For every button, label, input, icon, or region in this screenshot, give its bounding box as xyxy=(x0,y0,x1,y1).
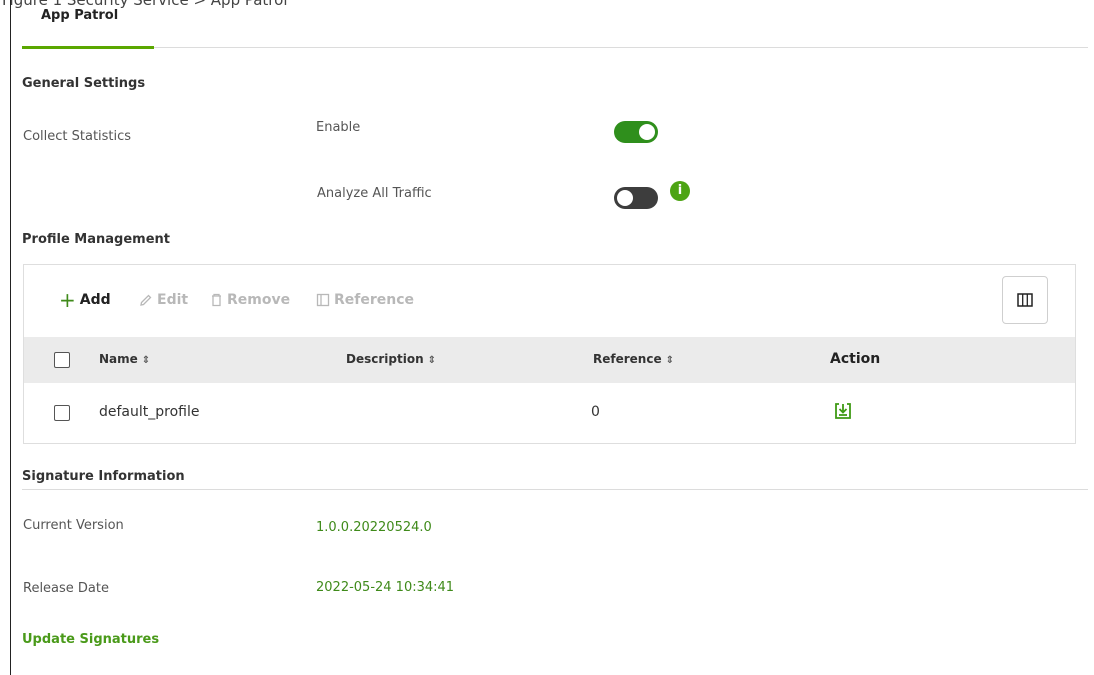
table-header: Name ⇕ Description ⇕ Reference ⇕ Action xyxy=(24,337,1075,383)
reference-label: Reference xyxy=(334,292,415,308)
signature-divider xyxy=(22,489,1088,490)
analyze-all-traffic-label: Analyze All Traffic xyxy=(317,186,432,201)
toggle-knob xyxy=(617,190,633,206)
update-signatures-link[interactable]: Update Signatures xyxy=(22,632,159,647)
sort-icon: ⇕ xyxy=(427,355,437,366)
enable-label: Enable xyxy=(316,120,361,135)
remove-label: Remove xyxy=(227,292,291,308)
download-button[interactable] xyxy=(834,402,852,424)
analyze-all-traffic-toggle[interactable] xyxy=(614,187,658,209)
profile-table-panel: + Add Edit Remove Reference Name ⇕ Descr… xyxy=(23,264,1076,444)
enable-toggle[interactable] xyxy=(614,121,658,143)
column-header-name-label: Name xyxy=(99,352,138,366)
column-header-description[interactable]: Description ⇕ xyxy=(346,352,436,366)
column-settings-button[interactable] xyxy=(1002,276,1048,324)
current-version-value: 1.0.0.20220524.0 xyxy=(316,520,432,535)
columns-icon xyxy=(1017,293,1033,307)
download-icon xyxy=(835,403,851,419)
sort-icon: ⇕ xyxy=(141,355,151,366)
pencil-icon xyxy=(140,294,152,306)
toggle-knob xyxy=(639,124,655,140)
column-header-reference[interactable]: Reference ⇕ xyxy=(593,352,674,366)
profile-name-cell: default_profile xyxy=(99,404,200,420)
profile-management-title: Profile Management xyxy=(22,232,170,247)
tab-app-patrol[interactable]: App Patrol xyxy=(41,8,118,23)
table-row: default_profile 0 xyxy=(24,383,1075,443)
plus-icon: + xyxy=(59,288,76,312)
column-header-name[interactable]: Name ⇕ xyxy=(99,352,150,366)
app-patrol-page: App Patrol General Settings Collect Stat… xyxy=(11,0,1094,675)
add-label: Add xyxy=(79,292,111,308)
column-header-description-label: Description xyxy=(346,352,424,366)
tab-active-indicator xyxy=(22,46,154,49)
remove-button[interactable]: Remove xyxy=(210,292,290,308)
reference-button[interactable]: Reference xyxy=(316,292,414,308)
edit-label: Edit xyxy=(157,292,189,308)
column-header-action: Action xyxy=(830,351,881,367)
info-icon[interactable]: i xyxy=(670,181,690,201)
column-header-reference-label: Reference xyxy=(593,352,662,366)
sort-icon: ⇕ xyxy=(665,355,674,366)
signature-information-title: Signature Information xyxy=(22,469,185,484)
collect-statistics-label: Collect Statistics xyxy=(23,129,132,144)
row-checkbox[interactable] xyxy=(54,405,70,421)
tab-divider xyxy=(154,47,1088,48)
add-button[interactable]: + Add xyxy=(59,288,111,312)
select-all-checkbox[interactable] xyxy=(54,352,70,368)
edit-button[interactable]: Edit xyxy=(139,292,188,308)
current-version-label: Current Version xyxy=(23,518,124,533)
trash-icon xyxy=(212,293,221,307)
general-settings-title: General Settings xyxy=(22,76,146,91)
reference-icon xyxy=(316,293,330,307)
release-date-label: Release Date xyxy=(23,581,109,596)
profile-reference-cell: 0 xyxy=(591,404,600,420)
release-date-value: 2022-05-24 10:34:41 xyxy=(316,580,455,595)
